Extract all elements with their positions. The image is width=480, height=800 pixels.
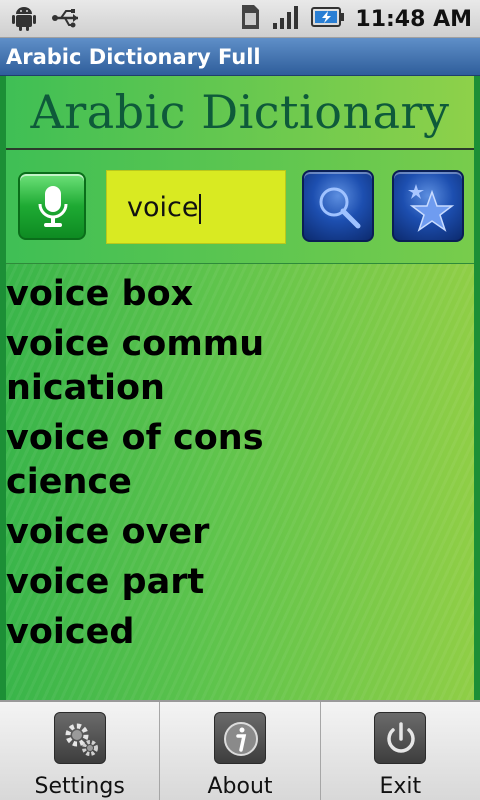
voice-search-button[interactable] — [18, 172, 86, 240]
menu-item-about[interactable]: About — [160, 702, 321, 800]
result-item[interactable]: voice communication — [6, 322, 276, 410]
result-item[interactable]: voice box — [6, 272, 276, 316]
power-icon — [374, 712, 427, 764]
search-input[interactable]: voice — [106, 170, 286, 244]
signal-icon — [271, 3, 301, 35]
result-item[interactable]: voice part — [6, 560, 276, 604]
search-input-value: voice — [127, 192, 199, 223]
result-item[interactable]: voice over — [6, 510, 276, 554]
result-item[interactable]: voice of conscience — [6, 416, 276, 504]
options-menu: Settings About Exit — [0, 700, 480, 800]
star-icon — [408, 184, 455, 232]
search-icon — [319, 187, 361, 229]
search-button[interactable] — [302, 170, 374, 242]
results-list[interactable]: voice box voice communication voice of c… — [6, 272, 474, 700]
search-toolbar: voice — [6, 150, 474, 264]
menu-label: About — [207, 774, 273, 799]
info-icon — [213, 712, 266, 764]
menu-label: Settings — [34, 774, 125, 799]
menu-label: Exit — [379, 774, 422, 799]
app-title: Arabic Dictionary Full — [6, 45, 261, 69]
favorites-button[interactable] — [392, 170, 464, 242]
status-bar: 11:48 AM — [0, 0, 480, 38]
banner-title: Arabic Dictionary — [30, 85, 450, 139]
header-banner: Arabic Dictionary — [6, 76, 474, 150]
battery-icon — [311, 5, 345, 33]
text-caret — [199, 193, 202, 224]
gear-icon — [53, 712, 106, 764]
main-content: Arabic Dictionary voice voice box voice … — [0, 76, 480, 700]
menu-item-exit[interactable]: Exit — [321, 702, 480, 800]
result-item[interactable]: voiced — [6, 610, 276, 654]
menu-item-settings[interactable]: Settings — [0, 702, 161, 800]
usb-icon — [52, 5, 82, 35]
sim-icon — [239, 3, 261, 35]
microphone-icon — [38, 186, 68, 227]
app-title-bar: Arabic Dictionary Full — [0, 38, 480, 76]
status-time: 11:48 AM — [355, 6, 472, 32]
android-icon — [10, 4, 38, 36]
